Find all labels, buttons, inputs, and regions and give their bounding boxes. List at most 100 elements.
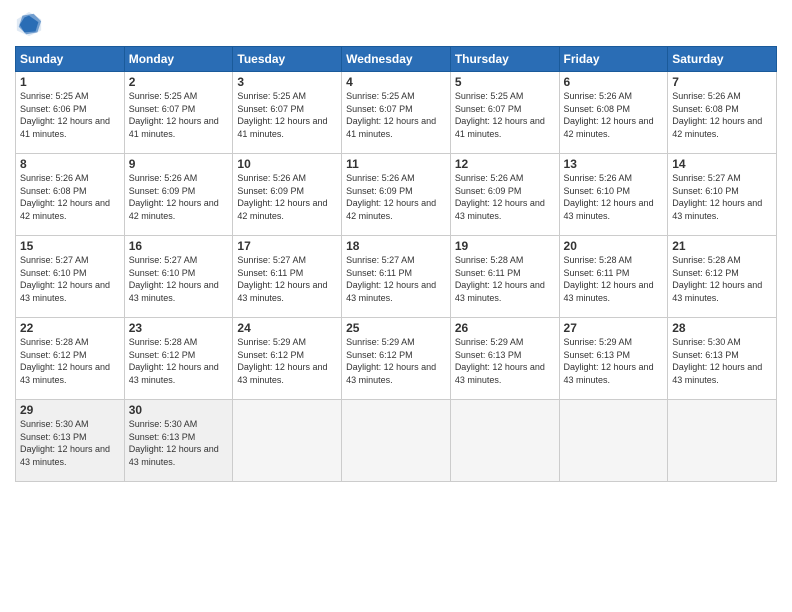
daylight-label: Daylight: 12 hours and 41 minutes. — [237, 116, 327, 139]
daylight-label: Daylight: 12 hours and 42 minutes. — [20, 198, 110, 221]
daylight-label: Daylight: 12 hours and 41 minutes. — [455, 116, 545, 139]
daylight-label: Daylight: 12 hours and 42 minutes. — [564, 116, 654, 139]
sunset-label: Sunset: 6:08 PM — [20, 186, 87, 196]
calendar-header: SundayMondayTuesdayWednesdayThursdayFrid… — [16, 47, 777, 72]
day-info: Sunrise: 5:28 AM Sunset: 6:11 PM Dayligh… — [564, 254, 664, 304]
sunset-label: Sunset: 6:09 PM — [129, 186, 196, 196]
sunrise-label: Sunrise: 5:25 AM — [455, 91, 524, 101]
day-info: Sunrise: 5:30 AM Sunset: 6:13 PM Dayligh… — [20, 418, 120, 468]
calendar-cell: 21 Sunrise: 5:28 AM Sunset: 6:12 PM Dayl… — [668, 236, 777, 318]
calendar-cell: 4 Sunrise: 5:25 AM Sunset: 6:07 PM Dayli… — [342, 72, 451, 154]
day-info: Sunrise: 5:27 AM Sunset: 6:11 PM Dayligh… — [237, 254, 337, 304]
logo-icon — [15, 10, 43, 38]
day-info: Sunrise: 5:30 AM Sunset: 6:13 PM Dayligh… — [672, 336, 772, 386]
calendar-cell: 22 Sunrise: 5:28 AM Sunset: 6:12 PM Dayl… — [16, 318, 125, 400]
day-number: 22 — [20, 321, 120, 335]
sunrise-label: Sunrise: 5:29 AM — [564, 337, 633, 347]
day-number: 12 — [455, 157, 555, 171]
sunrise-label: Sunrise: 5:27 AM — [20, 255, 89, 265]
sunrise-label: Sunrise: 5:26 AM — [672, 91, 741, 101]
sunrise-label: Sunrise: 5:25 AM — [237, 91, 306, 101]
weekday-header-row: SundayMondayTuesdayWednesdayThursdayFrid… — [16, 47, 777, 72]
daylight-label: Daylight: 12 hours and 43 minutes. — [672, 280, 762, 303]
daylight-label: Daylight: 12 hours and 41 minutes. — [346, 116, 436, 139]
sunset-label: Sunset: 6:10 PM — [564, 186, 631, 196]
day-info: Sunrise: 5:28 AM Sunset: 6:12 PM Dayligh… — [20, 336, 120, 386]
daylight-label: Daylight: 12 hours and 43 minutes. — [564, 198, 654, 221]
day-info: Sunrise: 5:29 AM Sunset: 6:13 PM Dayligh… — [455, 336, 555, 386]
sunset-label: Sunset: 6:13 PM — [129, 432, 196, 442]
weekday-header: Wednesday — [342, 47, 451, 72]
day-number: 5 — [455, 75, 555, 89]
daylight-label: Daylight: 12 hours and 43 minutes. — [672, 198, 762, 221]
daylight-label: Daylight: 12 hours and 43 minutes. — [455, 362, 545, 385]
calendar-cell: 12 Sunrise: 5:26 AM Sunset: 6:09 PM Dayl… — [450, 154, 559, 236]
sunset-label: Sunset: 6:12 PM — [129, 350, 196, 360]
day-number: 27 — [564, 321, 664, 335]
calendar-cell: 3 Sunrise: 5:25 AM Sunset: 6:07 PM Dayli… — [233, 72, 342, 154]
sunset-label: Sunset: 6:11 PM — [346, 268, 412, 278]
calendar-cell: 10 Sunrise: 5:26 AM Sunset: 6:09 PM Dayl… — [233, 154, 342, 236]
calendar-cell: 8 Sunrise: 5:26 AM Sunset: 6:08 PM Dayli… — [16, 154, 125, 236]
weekday-header: Friday — [559, 47, 668, 72]
calendar-cell: 18 Sunrise: 5:27 AM Sunset: 6:11 PM Dayl… — [342, 236, 451, 318]
daylight-label: Daylight: 12 hours and 43 minutes. — [346, 362, 436, 385]
day-number: 16 — [129, 239, 229, 253]
sunrise-label: Sunrise: 5:26 AM — [237, 173, 306, 183]
day-number: 9 — [129, 157, 229, 171]
daylight-label: Daylight: 12 hours and 41 minutes. — [129, 116, 219, 139]
day-number: 8 — [20, 157, 120, 171]
calendar-cell: 29 Sunrise: 5:30 AM Sunset: 6:13 PM Dayl… — [16, 400, 125, 482]
day-number: 21 — [672, 239, 772, 253]
daylight-label: Daylight: 12 hours and 43 minutes. — [346, 280, 436, 303]
day-number: 13 — [564, 157, 664, 171]
calendar-cell: 2 Sunrise: 5:25 AM Sunset: 6:07 PM Dayli… — [124, 72, 233, 154]
day-number: 19 — [455, 239, 555, 253]
sunrise-label: Sunrise: 5:26 AM — [564, 91, 633, 101]
sunset-label: Sunset: 6:11 PM — [455, 268, 521, 278]
day-number: 3 — [237, 75, 337, 89]
sunset-label: Sunset: 6:09 PM — [346, 186, 413, 196]
calendar-week-row: 22 Sunrise: 5:28 AM Sunset: 6:12 PM Dayl… — [16, 318, 777, 400]
calendar-cell — [668, 400, 777, 482]
day-info: Sunrise: 5:26 AM Sunset: 6:08 PM Dayligh… — [672, 90, 772, 140]
sunrise-label: Sunrise: 5:29 AM — [346, 337, 415, 347]
sunrise-label: Sunrise: 5:28 AM — [20, 337, 89, 347]
sunrise-label: Sunrise: 5:25 AM — [20, 91, 89, 101]
calendar-cell: 16 Sunrise: 5:27 AM Sunset: 6:10 PM Dayl… — [124, 236, 233, 318]
calendar-table: SundayMondayTuesdayWednesdayThursdayFrid… — [15, 46, 777, 482]
calendar-cell: 28 Sunrise: 5:30 AM Sunset: 6:13 PM Dayl… — [668, 318, 777, 400]
day-info: Sunrise: 5:26 AM Sunset: 6:09 PM Dayligh… — [129, 172, 229, 222]
sunset-label: Sunset: 6:12 PM — [672, 268, 739, 278]
day-info: Sunrise: 5:29 AM Sunset: 6:12 PM Dayligh… — [346, 336, 446, 386]
sunset-label: Sunset: 6:07 PM — [129, 104, 196, 114]
day-info: Sunrise: 5:27 AM Sunset: 6:10 PM Dayligh… — [672, 172, 772, 222]
sunset-label: Sunset: 6:12 PM — [237, 350, 304, 360]
sunrise-label: Sunrise: 5:30 AM — [20, 419, 89, 429]
calendar-cell: 26 Sunrise: 5:29 AM Sunset: 6:13 PM Dayl… — [450, 318, 559, 400]
sunset-label: Sunset: 6:12 PM — [20, 350, 87, 360]
calendar-week-row: 8 Sunrise: 5:26 AM Sunset: 6:08 PM Dayli… — [16, 154, 777, 236]
day-number: 20 — [564, 239, 664, 253]
calendar-cell: 7 Sunrise: 5:26 AM Sunset: 6:08 PM Dayli… — [668, 72, 777, 154]
sunset-label: Sunset: 6:13 PM — [672, 350, 739, 360]
sunrise-label: Sunrise: 5:29 AM — [455, 337, 524, 347]
daylight-label: Daylight: 12 hours and 42 minutes. — [237, 198, 327, 221]
day-number: 15 — [20, 239, 120, 253]
sunrise-label: Sunrise: 5:28 AM — [455, 255, 524, 265]
sunrise-label: Sunrise: 5:26 AM — [564, 173, 633, 183]
daylight-label: Daylight: 12 hours and 43 minutes. — [455, 280, 545, 303]
day-info: Sunrise: 5:29 AM Sunset: 6:13 PM Dayligh… — [564, 336, 664, 386]
day-number: 18 — [346, 239, 446, 253]
day-number: 29 — [20, 403, 120, 417]
sunrise-label: Sunrise: 5:27 AM — [346, 255, 415, 265]
day-info: Sunrise: 5:26 AM Sunset: 6:09 PM Dayligh… — [455, 172, 555, 222]
day-number: 7 — [672, 75, 772, 89]
header — [15, 10, 777, 38]
calendar-cell: 17 Sunrise: 5:27 AM Sunset: 6:11 PM Dayl… — [233, 236, 342, 318]
sunrise-label: Sunrise: 5:30 AM — [129, 419, 198, 429]
weekday-header: Sunday — [16, 47, 125, 72]
calendar-cell: 5 Sunrise: 5:25 AM Sunset: 6:07 PM Dayli… — [450, 72, 559, 154]
day-info: Sunrise: 5:25 AM Sunset: 6:06 PM Dayligh… — [20, 90, 120, 140]
daylight-label: Daylight: 12 hours and 42 minutes. — [672, 116, 762, 139]
